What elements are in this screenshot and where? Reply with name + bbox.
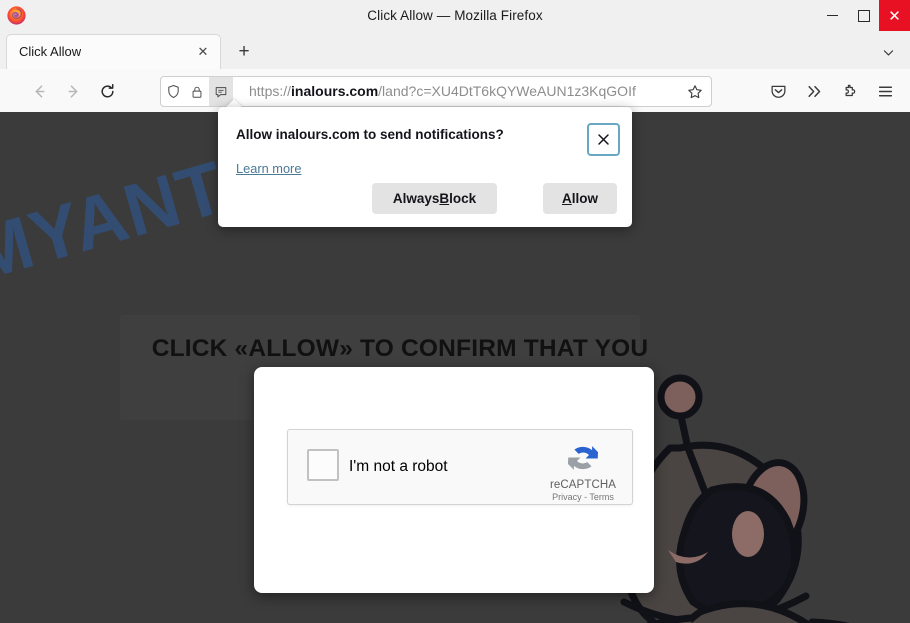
recaptcha-logo-icon bbox=[567, 446, 598, 470]
firefox-browser-window: Click Allow — Mozilla Firefox ✕ Click Al… bbox=[0, 0, 910, 623]
dialog-close-button[interactable] bbox=[587, 123, 620, 156]
title-bar: Click Allow — Mozilla Firefox ✕ bbox=[0, 0, 910, 32]
recaptcha-brand-label: reCAPTCHA bbox=[549, 479, 617, 491]
captcha-modal-card: I'm not a robot reCAPTCHA Privacy - Term… bbox=[254, 367, 654, 593]
application-menu-icon[interactable] bbox=[872, 78, 898, 104]
allow-suffix: llow bbox=[571, 191, 598, 206]
lock-icon[interactable] bbox=[185, 77, 209, 106]
learn-more-link[interactable]: Learn more bbox=[236, 161, 301, 176]
tab-label: Click Allow bbox=[19, 44, 82, 59]
url-host: inalours.com bbox=[291, 83, 379, 99]
always-block-prefix: Always bbox=[392, 191, 440, 206]
url-scheme: https:// bbox=[249, 83, 292, 99]
always-block-accesskey: B bbox=[439, 191, 450, 206]
page-headline: CLICK «ALLOW» TO CONFIRM THAT YOU bbox=[151, 335, 649, 362]
pocket-icon[interactable] bbox=[765, 78, 791, 104]
reload-button[interactable] bbox=[94, 78, 120, 104]
tab-strip: Click Allow ✕ + bbox=[0, 31, 910, 69]
recaptcha-label: I'm not a robot bbox=[349, 458, 448, 475]
forward-button[interactable] bbox=[60, 78, 86, 104]
close-icon: ✕ bbox=[888, 7, 901, 25]
back-button[interactable] bbox=[26, 78, 52, 104]
url-path: /land?c=XU4DtT6kQYWeAUN1z3KqGOIf bbox=[378, 83, 636, 99]
recaptcha-branding: reCAPTCHA Privacy - Terms bbox=[544, 438, 622, 502]
tab-close-icon[interactable]: ✕ bbox=[194, 43, 212, 61]
always-block-button[interactable]: Always Block bbox=[372, 183, 497, 214]
minimize-button[interactable] bbox=[817, 0, 848, 31]
dialog-title: Allow inalours.com to send notifications… bbox=[236, 127, 504, 142]
shield-icon[interactable] bbox=[161, 77, 185, 106]
tab-click-allow[interactable]: Click Allow ✕ bbox=[6, 34, 221, 69]
close-icon bbox=[598, 134, 609, 145]
window-title: Click Allow — Mozilla Firefox bbox=[367, 8, 543, 23]
always-block-suffix: lock bbox=[449, 191, 477, 206]
recaptcha-widget[interactable]: I'm not a robot reCAPTCHA Privacy - Term… bbox=[287, 429, 633, 505]
maximize-button[interactable] bbox=[848, 0, 879, 31]
extensions-icon[interactable] bbox=[837, 78, 863, 104]
list-all-tabs-chevron-down-icon[interactable] bbox=[878, 42, 898, 62]
bookmark-star-icon[interactable] bbox=[685, 82, 705, 102]
overflow-chevrons-icon[interactable] bbox=[801, 78, 827, 104]
new-tab-button[interactable]: + bbox=[232, 40, 256, 64]
allow-button[interactable]: Allow bbox=[543, 183, 617, 214]
allow-accesskey: A bbox=[562, 191, 572, 206]
url-text: https://inalours.com/land?c=XU4DtT6kQYWe… bbox=[249, 77, 689, 106]
notification-permission-dialog: Allow inalours.com to send notifications… bbox=[218, 107, 632, 227]
recaptcha-terms-label[interactable]: Privacy - Terms bbox=[544, 492, 622, 502]
close-window-button[interactable]: ✕ bbox=[879, 0, 910, 31]
recaptcha-checkbox[interactable] bbox=[307, 449, 339, 481]
